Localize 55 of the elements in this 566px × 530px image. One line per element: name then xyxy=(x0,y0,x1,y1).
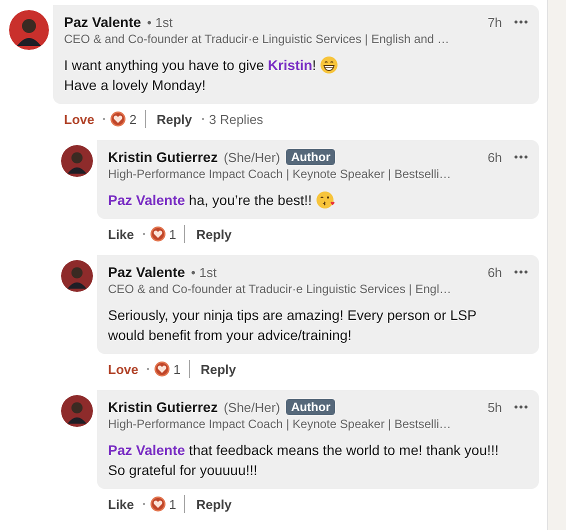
timestamp: 5h xyxy=(488,400,502,414)
mention-link[interactable]: Paz Valente xyxy=(108,192,186,208)
reply-button[interactable]: Reply xyxy=(191,224,237,244)
heart-reaction-icon[interactable] xyxy=(110,111,126,127)
comment-text: Paz Valente that feedback means the world to me! thank you!!! xyxy=(108,442,499,458)
comment-text: Paz Valente ha, you’re the best!! xyxy=(108,192,312,208)
avatar-placeholder[interactable] xyxy=(61,260,93,292)
mention-link[interactable]: Kristin xyxy=(268,57,312,73)
timestamp: 6h xyxy=(488,150,502,164)
replies-link[interactable]: 3 Replies xyxy=(208,112,264,126)
author-headline: CEO & and Co-founder at Traducir·e Linguistic Services | Engl… xyxy=(108,282,452,296)
reaction-count[interactable]: 2 xyxy=(129,112,137,126)
reaction-count[interactable]: 1 xyxy=(173,362,181,376)
avatar-placeholder[interactable] xyxy=(61,145,93,177)
comment-text: would benefit from your advice/training! xyxy=(108,327,352,343)
heart-reaction-icon[interactable] xyxy=(150,496,166,512)
reaction-count[interactable]: 1 xyxy=(169,226,176,242)
author-name[interactable]: Paz Valente xyxy=(108,264,186,280)
more-icon[interactable] xyxy=(514,155,528,159)
mention-link[interactable]: Paz Valente xyxy=(108,442,186,458)
kissing-face-icon xyxy=(316,191,336,209)
reply-button[interactable]: Reply xyxy=(152,110,197,128)
timestamp: 7h xyxy=(488,14,502,30)
connection-degree: • 1st xyxy=(191,264,217,280)
reaction-button[interactable]: Like xyxy=(97,224,138,244)
comment-text: I want anything you have to give Kristin! xyxy=(64,57,316,73)
reaction-count[interactable]: 1 xyxy=(169,496,176,512)
more-icon[interactable] xyxy=(514,270,528,274)
connection-degree: • 1st xyxy=(147,14,173,30)
more-icon[interactable] xyxy=(514,20,528,24)
author-headline: High-Performance Impact Coach | Keynote Speaker | Bestselli… xyxy=(108,417,452,431)
pronouns: (She/Her) xyxy=(224,150,280,164)
avatar-placeholder[interactable] xyxy=(9,10,49,50)
reply-button[interactable]: Reply xyxy=(191,494,237,514)
author-name[interactable]: Kristin Gutierrez xyxy=(108,399,218,415)
pronouns: (She/Her) xyxy=(224,400,280,414)
heart-reaction-icon[interactable] xyxy=(154,361,170,377)
more-icon[interactable] xyxy=(514,405,528,409)
author-headline: High-Performance Impact Coach | Keynote Speaker | Bestselli… xyxy=(108,167,452,181)
avatar-placeholder[interactable] xyxy=(61,395,93,427)
reaction-button[interactable]: Love xyxy=(97,360,142,378)
timestamp: 6h xyxy=(488,264,502,280)
reply-button[interactable]: Reply xyxy=(196,360,241,378)
heart-reaction-icon[interactable] xyxy=(150,226,166,242)
grinning-face-icon xyxy=(320,56,338,74)
author-headline: CEO & and Co-founder at Traducir·e Linguistic Services | English and … xyxy=(64,32,450,46)
comment-text: So grateful for youuuu!!! xyxy=(108,462,258,478)
reaction-button[interactable]: Love xyxy=(53,110,98,128)
reaction-button[interactable]: Like xyxy=(97,494,138,514)
author-badge: Author xyxy=(286,399,336,415)
comment-text: Seriously, your ninja tips are amazing! Every person or LSP xyxy=(108,307,477,323)
author-name[interactable]: Paz Valente xyxy=(64,14,142,30)
author-badge: Author xyxy=(286,149,336,165)
author-name[interactable]: Kristin Gutierrez xyxy=(108,149,218,165)
comment-text: Have a lovely Monday! xyxy=(64,77,206,93)
